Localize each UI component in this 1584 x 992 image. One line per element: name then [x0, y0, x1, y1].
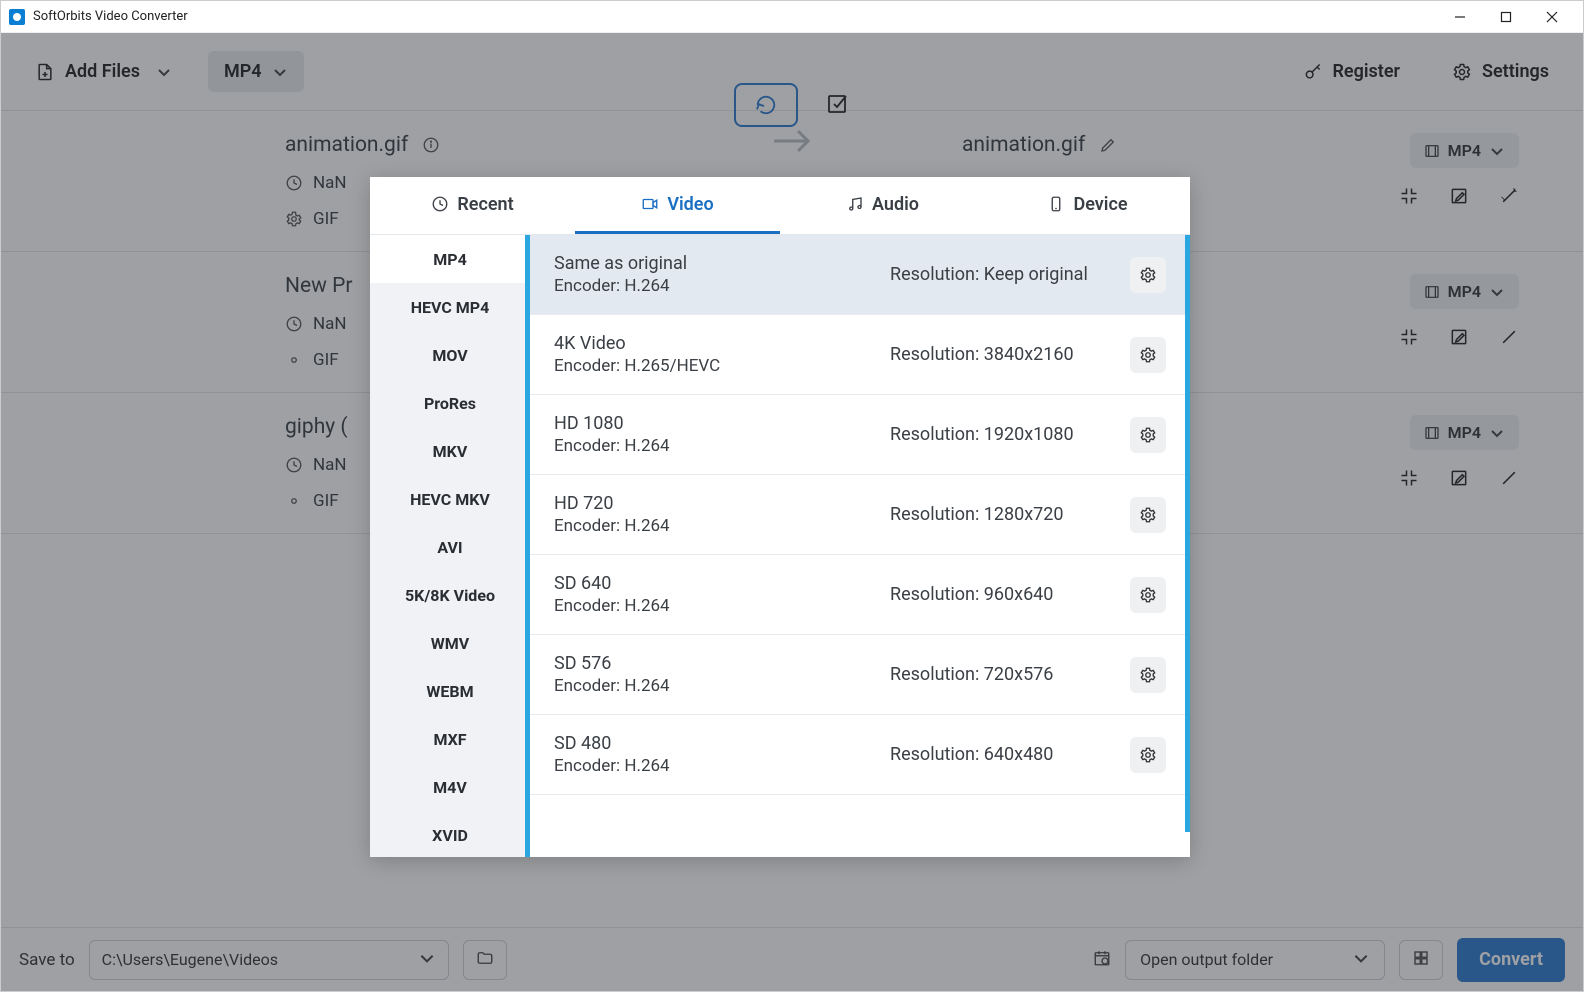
format-item[interactable]: XVID: [370, 811, 530, 857]
preset-encoder: Encoder: H.265/HEVC: [554, 356, 870, 376]
preset-settings-button[interactable]: [1130, 737, 1166, 773]
close-button[interactable]: [1529, 1, 1575, 33]
preset-settings-button[interactable]: [1130, 337, 1166, 373]
format-item[interactable]: MKV: [370, 427, 530, 475]
preset-row[interactable]: SD 640Encoder: H.264 Resolution: 960x640: [530, 555, 1190, 635]
format-item[interactable]: 5K/8K Video: [370, 571, 530, 619]
preset-encoder: Encoder: H.264: [554, 436, 870, 456]
preset-encoder: Encoder: H.264: [554, 756, 870, 776]
preset-title: HD 720: [554, 493, 870, 514]
preset-settings-button[interactable]: [1130, 257, 1166, 293]
preset-resolution: Resolution: 640x480: [890, 744, 1110, 765]
gear-icon: [1139, 506, 1157, 524]
preset-resolution: Resolution: 1920x1080: [890, 424, 1110, 445]
format-item[interactable]: WEBM: [370, 667, 530, 715]
tab-recent-label: Recent: [457, 194, 513, 215]
preset-row[interactable]: HD 1080Encoder: H.264 Resolution: 1920x10…: [530, 395, 1190, 475]
format-popup: Recent Video Audio Device MP4HEVC MP4MOV…: [370, 177, 1190, 857]
format-item[interactable]: AVI: [370, 523, 530, 571]
preset-resolution: Resolution: 1280x720: [890, 504, 1110, 525]
gear-icon: [1139, 746, 1157, 764]
preset-row[interactable]: 4K VideoEncoder: H.265/HEVC Resolution: 3…: [530, 315, 1190, 395]
preset-row[interactable]: Same as originalEncoder: H.264 Resolution…: [530, 235, 1190, 315]
preset-row[interactable]: HD 720Encoder: H.264 Resolution: 1280x720: [530, 475, 1190, 555]
music-icon: [846, 195, 864, 213]
device-icon: [1047, 195, 1065, 213]
preset-settings-button[interactable]: [1130, 577, 1166, 613]
preset-title: SD 640: [554, 573, 870, 594]
preset-row[interactable]: SD 576Encoder: H.264 Resolution: 720x576: [530, 635, 1190, 715]
gear-icon: [1139, 666, 1157, 684]
gear-icon: [1139, 586, 1157, 604]
preset-encoder: Encoder: H.264: [554, 516, 870, 536]
preset-row[interactable]: SD 480Encoder: H.264 Resolution: 640x480: [530, 715, 1190, 795]
format-item[interactable]: WMV: [370, 619, 530, 667]
format-item[interactable]: M4V: [370, 763, 530, 811]
format-item[interactable]: HEVC MKV: [370, 475, 530, 523]
preset-settings-button[interactable]: [1130, 417, 1166, 453]
app-icon: [9, 9, 25, 25]
preset-title: SD 576: [554, 653, 870, 674]
preset-resolution: Resolution: Keep original: [890, 264, 1110, 285]
tab-video[interactable]: Video: [575, 177, 780, 234]
format-item[interactable]: MOV: [370, 331, 530, 379]
preset-settings-button[interactable]: [1130, 497, 1166, 533]
tab-audio[interactable]: Audio: [780, 177, 985, 234]
preset-title: 4K Video: [554, 333, 870, 354]
preset-resolution: Resolution: 3840x2160: [890, 344, 1110, 365]
video-icon: [641, 195, 659, 213]
gear-icon: [1139, 346, 1157, 364]
preset-title: HD 1080: [554, 413, 870, 434]
maximize-button[interactable]: [1483, 1, 1529, 33]
preset-resolution: Resolution: 720x576: [890, 664, 1110, 685]
clock-icon: [431, 195, 449, 213]
preset-resolution: Resolution: 960x640: [890, 584, 1110, 605]
format-item[interactable]: MP4: [370, 235, 530, 283]
format-item[interactable]: HEVC MP4: [370, 283, 530, 331]
minimize-button[interactable]: [1437, 1, 1483, 33]
format-item[interactable]: MXF: [370, 715, 530, 763]
tab-device[interactable]: Device: [985, 177, 1190, 234]
format-item[interactable]: ProRes: [370, 379, 530, 427]
tab-video-label: Video: [667, 194, 713, 215]
tab-recent[interactable]: Recent: [370, 177, 575, 234]
preset-encoder: Encoder: H.264: [554, 276, 870, 296]
preset-encoder: Encoder: H.264: [554, 596, 870, 616]
preset-title: SD 480: [554, 733, 870, 754]
preset-title: Same as original: [554, 253, 870, 274]
gear-icon: [1139, 266, 1157, 284]
window-title: SoftOrbits Video Converter: [33, 9, 188, 24]
tab-audio-label: Audio: [872, 194, 919, 215]
gear-icon: [1139, 426, 1157, 444]
preset-settings-button[interactable]: [1130, 657, 1166, 693]
tab-device-label: Device: [1073, 194, 1127, 215]
preset-encoder: Encoder: H.264: [554, 676, 870, 696]
